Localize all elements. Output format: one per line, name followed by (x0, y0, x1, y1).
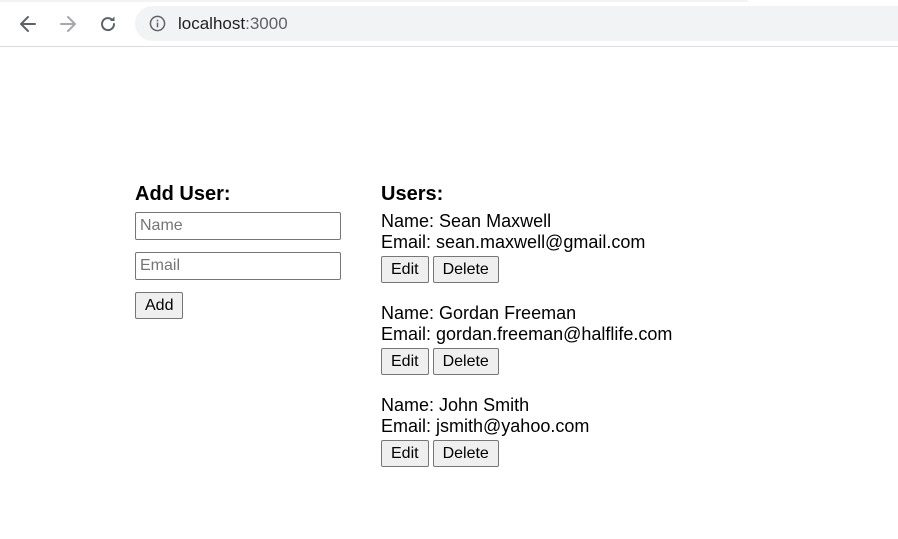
reload-icon (101, 16, 116, 32)
back-arrow-icon (20, 16, 36, 32)
users-panel: Users: Name: Sean Maxwell Email: sean.ma… (381, 181, 801, 487)
address-bar[interactable]: localhost:3000 (135, 6, 898, 41)
user-name-value: John Smith (439, 395, 530, 415)
url-host: localhost (178, 13, 246, 33)
edit-button[interactable]: Edit (381, 440, 429, 467)
user-name-value: Sean Maxwell (439, 211, 552, 231)
user-email-value: gordan.freeman@halflife.com (436, 324, 673, 344)
email-prefix: Email: (381, 324, 437, 344)
name-prefix: Name: (381, 395, 440, 415)
name-input[interactable] (135, 212, 341, 240)
user-name-value: Gordan Freeman (439, 303, 577, 323)
email-prefix: Email: (381, 232, 437, 252)
user-name: Name: Sean Maxwell (381, 211, 801, 232)
back-button[interactable] (15, 11, 41, 37)
delete-button[interactable]: Delete (432, 256, 499, 283)
forward-arrow-icon (60, 16, 76, 32)
email-prefix: Email: (381, 416, 437, 436)
user-item: Name: John Smith Email: jsmith@yahoo.com… (381, 395, 801, 467)
add-user-panel: Add User: Add (135, 181, 355, 319)
delete-button[interactable]: Delete (432, 348, 499, 375)
edit-button[interactable]: Edit (381, 256, 429, 283)
url-port: :3000 (245, 13, 288, 33)
users-title: Users: (381, 183, 444, 205)
page-content: Add User: Add Users: Name: Sean Maxwell … (0, 48, 898, 539)
browser-toolbar: localhost:3000 (0, 0, 898, 47)
user-item: Name: Gordan Freeman Email: gordan.freem… (381, 303, 801, 375)
loading-bar (0, 0, 748, 2)
user-email: Email: sean.maxwell@gmail.com (381, 232, 801, 253)
user-name: Name: John Smith (381, 395, 801, 416)
user-email-value: jsmith@yahoo.com (436, 416, 590, 436)
url-text[interactable]: localhost:3000 (178, 14, 288, 34)
user-email-value: sean.maxwell@gmail.com (436, 232, 646, 252)
name-prefix: Name: (381, 211, 440, 231)
add-user-title: Add User: (135, 183, 231, 205)
user-name: Name: Gordan Freeman (381, 303, 801, 324)
delete-button[interactable]: Delete (432, 440, 499, 467)
user-item: Name: Sean Maxwell Email: sean.maxwell@g… (381, 211, 801, 283)
forward-button[interactable] (55, 11, 81, 37)
user-actions: Edit Delete (381, 256, 801, 283)
reload-button[interactable] (95, 11, 121, 37)
user-email: Email: jsmith@yahoo.com (381, 416, 801, 437)
name-prefix: Name: (381, 303, 440, 323)
add-button[interactable]: Add (135, 292, 184, 319)
email-input[interactable] (135, 252, 341, 280)
user-email: Email: gordan.freeman@halflife.com (381, 324, 801, 345)
user-list: Name: Sean Maxwell Email: sean.maxwell@g… (381, 211, 801, 467)
edit-button[interactable]: Edit (381, 348, 429, 375)
info-icon[interactable] (148, 15, 166, 33)
user-actions: Edit Delete (381, 348, 801, 375)
user-actions: Edit Delete (381, 440, 801, 467)
